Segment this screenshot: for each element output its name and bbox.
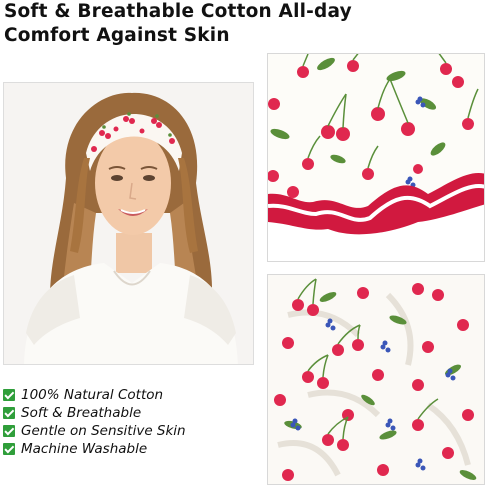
feature-label: Machine Washable [21, 441, 148, 457]
feature-label: Soft & Breathable [21, 405, 142, 421]
check-icon [3, 443, 15, 455]
feature-item: Machine Washable [3, 440, 253, 458]
check-icon [3, 389, 15, 401]
feature-list: 100% Natural Cotton Soft & Breathable Ge… [3, 386, 253, 458]
feature-item: 100% Natural Cotton [3, 386, 253, 404]
feature-label: 100% Natural Cotton [21, 387, 164, 403]
headline-line-2: Comfort Against Skin [4, 25, 230, 46]
headline-line-1: Soft & Breathable Cotton All-day [4, 1, 352, 22]
model-portrait-image [3, 82, 254, 365]
headline: Soft & Breathable Cotton All-day Comfort… [4, 0, 484, 48]
fabric-closeup-image [267, 274, 485, 485]
feature-item: Soft & Breathable [3, 404, 253, 422]
check-icon [3, 407, 15, 419]
check-icon [3, 425, 15, 437]
feature-item: Gentle on Sensitive Skin [3, 422, 253, 440]
feature-label: Gentle on Sensitive Skin [21, 423, 186, 439]
fabric-border-image [267, 53, 485, 262]
